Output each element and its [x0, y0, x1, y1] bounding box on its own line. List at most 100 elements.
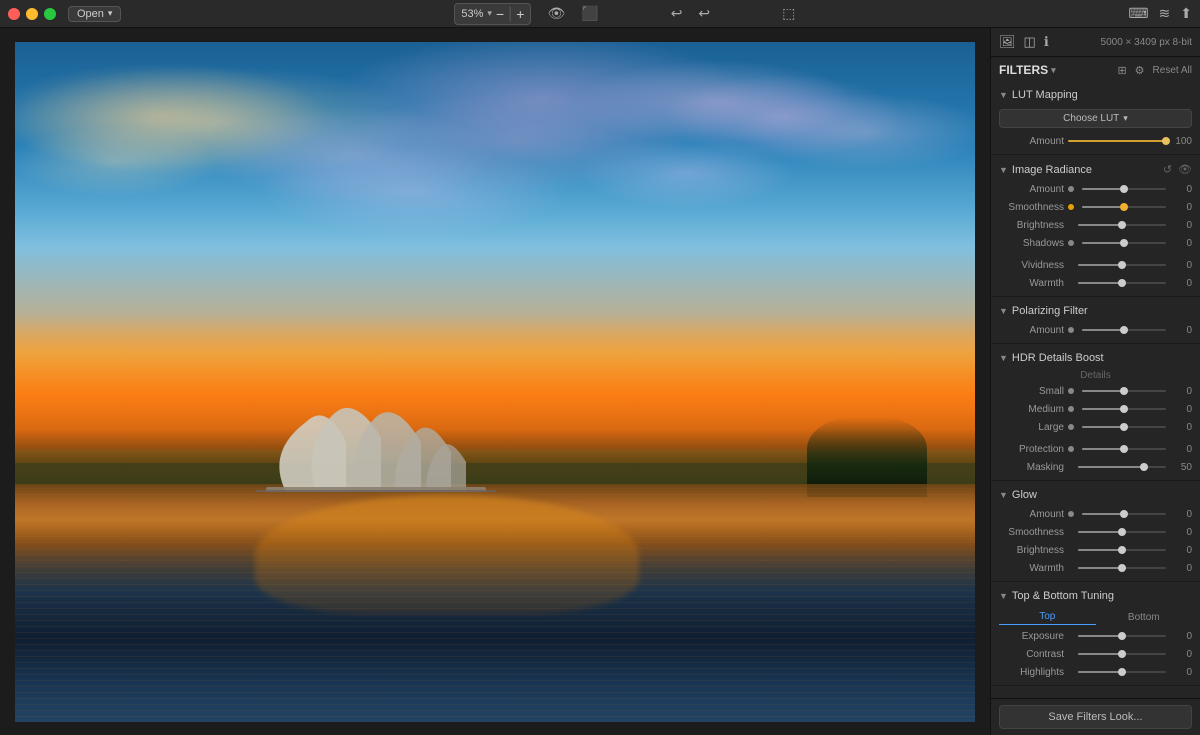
- compare-icon[interactable]: ⬛: [581, 5, 598, 22]
- tb-exposure-slider[interactable]: [1078, 635, 1166, 637]
- radiance-warmth-slider[interactable]: [1078, 282, 1166, 284]
- radiance-smoothness-label: Smoothness: [999, 202, 1064, 213]
- radiance-smoothness-value: 0: [1170, 202, 1192, 213]
- polarizing-filter-header[interactable]: ▼ Polarizing Filter: [991, 303, 1200, 321]
- glow-header[interactable]: ▼ Glow: [991, 487, 1200, 505]
- refresh-icon[interactable]: ↺: [1163, 163, 1172, 176]
- hdr-large-row: Large 0: [991, 418, 1200, 436]
- open-button[interactable]: Open ▾: [68, 6, 121, 22]
- zoom-controls[interactable]: 53% ▾ − | +: [454, 3, 531, 25]
- hdr-small-dot: [1068, 388, 1074, 394]
- lut-amount-slider[interactable]: [1068, 140, 1166, 142]
- filters-actions: ⊞ ⚙ Reset All: [1117, 64, 1192, 77]
- minimize-button[interactable]: [26, 8, 38, 20]
- radiance-vividness-value: 0: [1170, 260, 1192, 271]
- fullscreen-button[interactable]: [44, 8, 56, 20]
- top-bottom-tabs: Top Bottom: [991, 606, 1200, 627]
- lut-mapping-section: ▼ LUT Mapping Choose LUT ▾ Amount 100: [991, 81, 1200, 155]
- panel-topbar: 🖼 ◫ ℹ 5000 × 3409 px 8-bit: [991, 28, 1200, 57]
- hdr-protection-row: Protection 0: [991, 440, 1200, 458]
- filters-icon[interactable]: ≋: [1159, 5, 1171, 22]
- image-icon[interactable]: 🖼: [999, 34, 1016, 50]
- hdr-large-slider[interactable]: [1082, 426, 1166, 428]
- hdr-small-value: 0: [1170, 386, 1192, 397]
- radiance-amount-dot: [1068, 186, 1074, 192]
- radiance-shadows-dot: [1068, 240, 1074, 246]
- tb-contrast-row: Contrast 0: [991, 645, 1200, 663]
- tb-highlights-value: 0: [1170, 667, 1192, 678]
- eye-icon[interactable]: 👁: [1178, 163, 1192, 176]
- lut-mapping-header[interactable]: ▼ LUT Mapping: [991, 87, 1200, 105]
- zoom-in-button[interactable]: +: [516, 7, 524, 21]
- redo-icon[interactable]: ↩︎: [698, 5, 710, 22]
- titlebar: Open ▾ 53% ▾ − | + 👁 ⬛ ↩ ↩︎ ⬚ ⌨ ≋ ⬆: [0, 0, 1200, 28]
- tab-bottom[interactable]: Bottom: [1096, 610, 1193, 625]
- tb-highlights-slider[interactable]: [1078, 671, 1166, 673]
- reset-all-button[interactable]: Reset All: [1153, 65, 1192, 76]
- filter-add-button[interactable]: ⊞: [1117, 64, 1126, 77]
- polarizing-amount-row: Amount 0: [991, 321, 1200, 339]
- hdr-details-title: HDR Details Boost: [1012, 352, 1104, 364]
- image-radiance-section: ▼ Image Radiance ↺ 👁 Amount 0: [991, 155, 1200, 297]
- radiance-amount-row: Amount 0: [991, 180, 1200, 198]
- radiance-shadows-slider[interactable]: [1082, 242, 1166, 244]
- save-filters-button[interactable]: Save Filters Look...: [999, 705, 1192, 729]
- radiance-amount-value: 0: [1170, 184, 1192, 195]
- radiance-warmth-value: 0: [1170, 278, 1192, 289]
- glow-smoothness-slider[interactable]: [1078, 531, 1166, 533]
- open-label: Open: [77, 8, 104, 20]
- radiance-smoothness-slider[interactable]: [1082, 206, 1166, 208]
- layers-icon[interactable]: ◫: [1024, 34, 1036, 50]
- radiance-brightness-value: 0: [1170, 220, 1192, 231]
- undo-icon[interactable]: ↩: [671, 5, 683, 22]
- tab-top[interactable]: Top: [999, 609, 1096, 625]
- photo-container: [15, 42, 975, 722]
- glow-brightness-label: Brightness: [999, 545, 1064, 556]
- golden-reflection: [255, 495, 639, 614]
- hdr-protection-slider[interactable]: [1082, 448, 1166, 450]
- lut-mapping-title: LUT Mapping: [1012, 89, 1078, 101]
- info-icon[interactable]: ℹ: [1044, 34, 1049, 50]
- glow-amount-label: Amount: [999, 509, 1064, 520]
- hdr-medium-slider[interactable]: [1082, 408, 1166, 410]
- hdr-small-row: Small 0: [991, 382, 1200, 400]
- choose-lut-button[interactable]: Choose LUT ▾: [999, 109, 1192, 128]
- hdr-large-dot: [1068, 424, 1074, 430]
- filter-settings-button[interactable]: ⚙: [1135, 64, 1145, 77]
- hdr-details-header[interactable]: ▼ HDR Details Boost: [991, 350, 1200, 368]
- close-button[interactable]: [8, 8, 20, 20]
- glow-amount-slider[interactable]: [1082, 513, 1166, 515]
- crop-icon[interactable]: ⬚: [782, 5, 795, 22]
- radiance-vividness-slider[interactable]: [1078, 264, 1166, 266]
- lut-amount-row: Amount 100: [991, 132, 1200, 150]
- tb-highlights-row: Highlights 0: [991, 663, 1200, 681]
- filter-header-icons: ↺ 👁: [1163, 163, 1192, 176]
- radiance-warmth-row: Warmth 0: [991, 274, 1200, 292]
- glow-title: Glow: [1012, 489, 1037, 501]
- image-radiance-header[interactable]: ▼ Image Radiance ↺ 👁: [991, 161, 1200, 180]
- glow-brightness-row: Brightness 0: [991, 541, 1200, 559]
- polarizing-amount-slider[interactable]: [1082, 329, 1166, 331]
- hdr-masking-row: Masking 50: [991, 458, 1200, 476]
- hdr-masking-slider[interactable]: [1078, 466, 1166, 468]
- glow-warmth-slider[interactable]: [1078, 567, 1166, 569]
- polarizing-amount-dot: [1068, 327, 1074, 333]
- top-bottom-header[interactable]: ▼ Top & Bottom Tuning: [991, 588, 1200, 606]
- chevron-down-icon: ▾: [1123, 113, 1128, 124]
- zoom-out-button[interactable]: −: [496, 7, 504, 21]
- radiance-brightness-label: Brightness: [999, 220, 1064, 231]
- polarizing-amount-value: 0: [1170, 325, 1192, 336]
- glow-brightness-slider[interactable]: [1078, 549, 1166, 551]
- export-icon[interactable]: ⬆: [1180, 5, 1192, 22]
- radiance-amount-slider[interactable]: [1082, 188, 1166, 190]
- hdr-protection-label: Protection: [999, 444, 1064, 455]
- filters-scroll[interactable]: ▼ LUT Mapping Choose LUT ▾ Amount 100: [991, 81, 1200, 698]
- polarizing-filter-section: ▼ Polarizing Filter Amount 0: [991, 297, 1200, 344]
- canvas-area[interactable]: [0, 28, 990, 735]
- keyboard-icon[interactable]: ⌨: [1128, 5, 1148, 22]
- hdr-details-sublabel: Details: [991, 368, 1200, 382]
- radiance-brightness-slider[interactable]: [1078, 224, 1166, 226]
- tb-contrast-slider[interactable]: [1078, 653, 1166, 655]
- preview-icon[interactable]: 👁: [547, 5, 565, 22]
- hdr-small-slider[interactable]: [1082, 390, 1166, 392]
